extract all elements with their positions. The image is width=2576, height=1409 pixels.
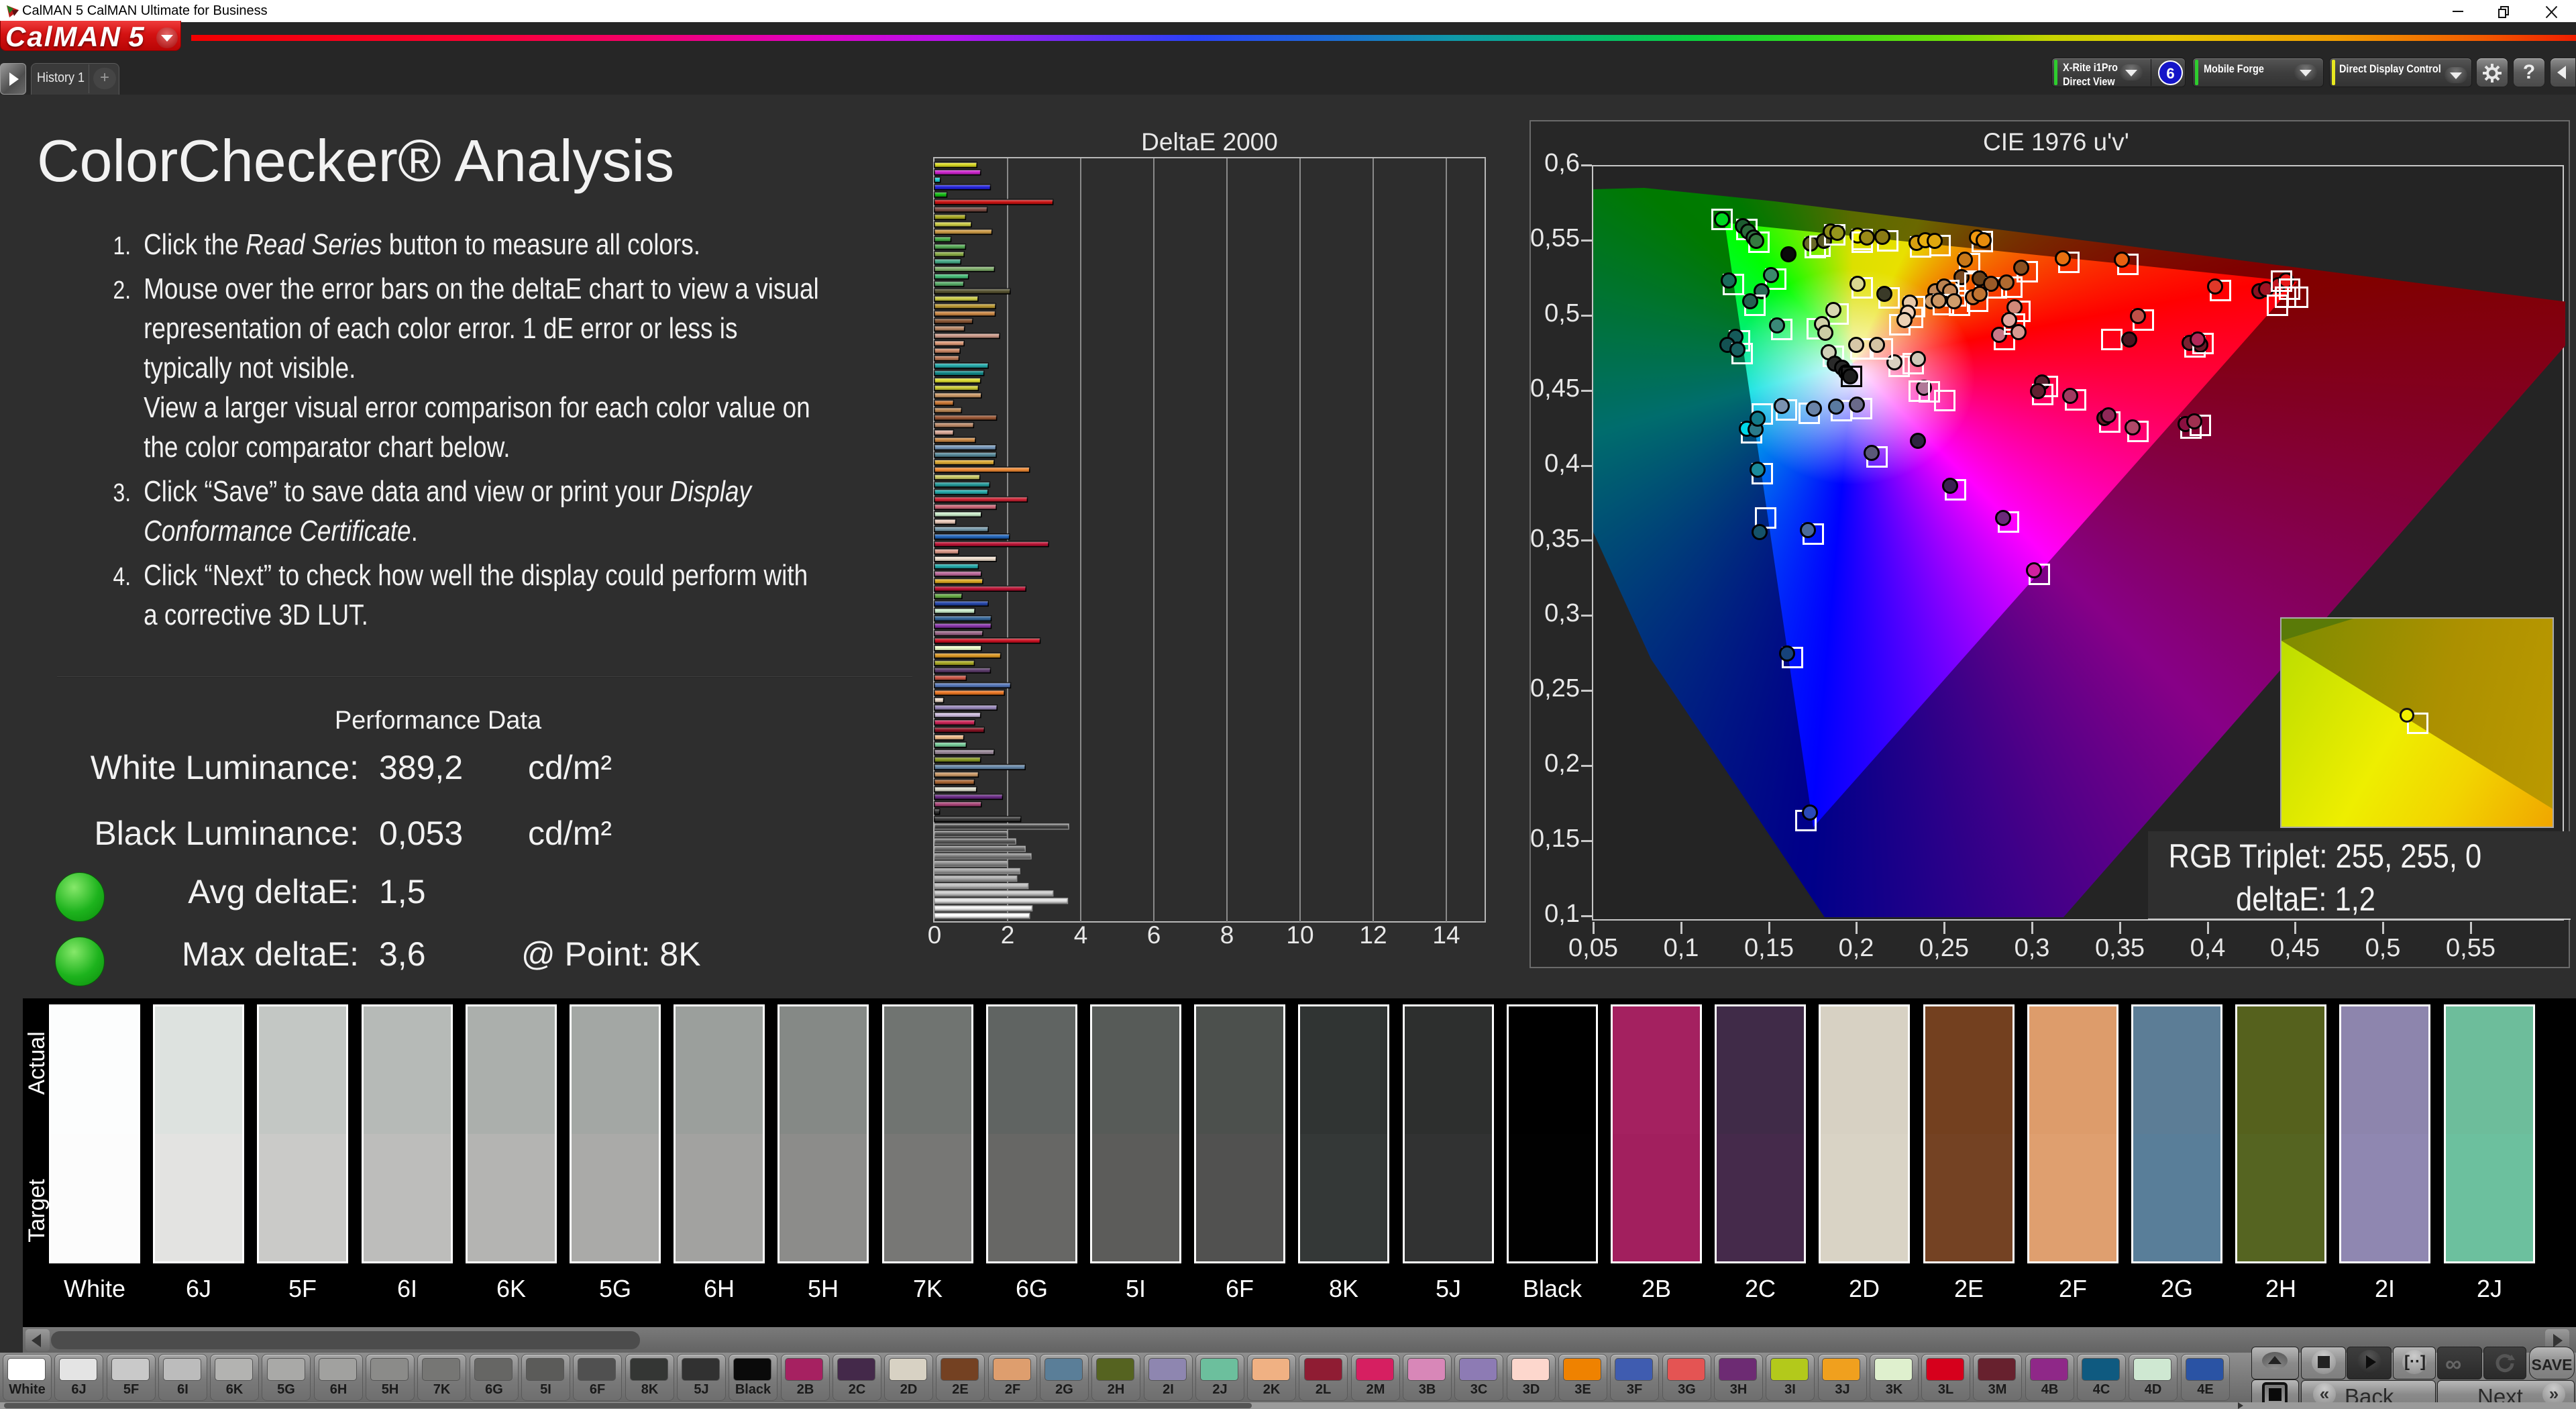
svg-text:10: 10 xyxy=(1286,921,1313,946)
svg-text:12: 12 xyxy=(1359,921,1387,946)
svg-text:8: 8 xyxy=(1220,921,1234,946)
svg-text:0: 0 xyxy=(928,921,942,946)
svg-text:2: 2 xyxy=(1001,921,1015,946)
svg-text:14: 14 xyxy=(1432,921,1460,946)
svg-text:6: 6 xyxy=(1147,921,1161,946)
svg-text:4: 4 xyxy=(1074,921,1088,946)
